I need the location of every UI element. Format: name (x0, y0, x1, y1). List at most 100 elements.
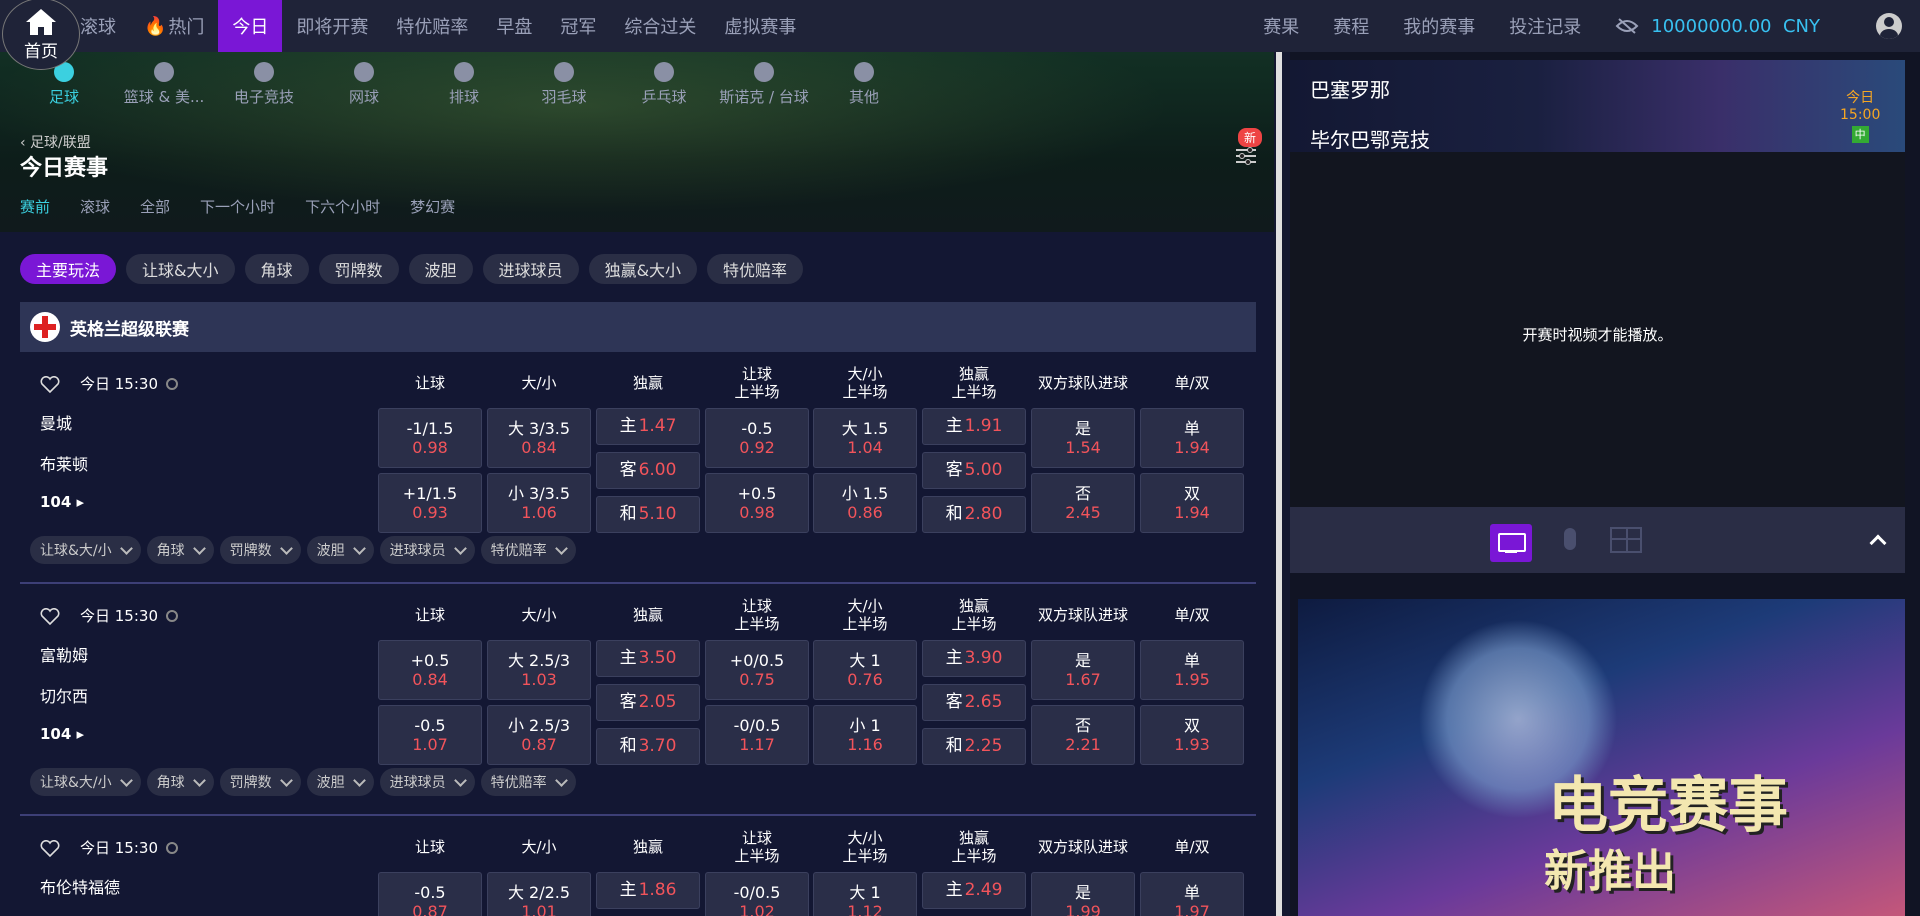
odds-cell-handicap[interactable]: -1/1.5 0.98 (378, 408, 482, 468)
odds-cell-odd-even[interactable]: 双 1.94 (1140, 473, 1244, 533)
sub-market-dropdown[interactable]: 波胆 (306, 536, 374, 564)
more-markets-count[interactable]: 104 ▸ (40, 493, 84, 511)
nav-parlay[interactable]: 综合过关 (610, 0, 710, 52)
odds-cell-over-under[interactable]: 大 2.5/3 1.03 (487, 640, 591, 700)
nav-upcoming[interactable]: 即将开赛 (282, 0, 382, 52)
favorite-heart-icon[interactable] (40, 608, 60, 626)
chevron-up-icon[interactable] (1869, 534, 1887, 552)
odds-cell-1x2[interactable]: 客 2.05 (596, 684, 700, 721)
odds-cell-handicap[interactable]: +1/1.5 0.93 (378, 473, 482, 533)
sub-market-dropdown[interactable]: 角球 (146, 536, 214, 564)
odds-cell-both-teams-score[interactable]: 是 1.54 (1031, 408, 1135, 468)
monitor-icon[interactable] (1490, 524, 1532, 562)
odds-cell-1x2[interactable]: 和 5.10 (596, 496, 700, 533)
sport-soccer[interactable]: 足球 (14, 62, 114, 107)
odds-cell-handicap[interactable]: -0.5 0.87 (378, 872, 482, 916)
home-button[interactable]: 首页 (2, 0, 80, 70)
odds-cell-both-teams-score[interactable]: 是 1.99 (1031, 872, 1135, 916)
odds-cell-1x2-1h[interactable]: 主 1.91 (922, 408, 1026, 445)
sport-volleyball[interactable]: 排球 (414, 62, 514, 107)
odds-cell-both-teams-score[interactable]: 是 1.67 (1031, 640, 1135, 700)
odds-cell-1x2-1h[interactable]: 主 3.90 (922, 640, 1026, 677)
tab-all[interactable]: 全部 (140, 196, 170, 217)
favorite-heart-icon[interactable] (40, 376, 60, 394)
sub-market-dropdown[interactable]: 进球球员 (379, 768, 475, 796)
nav-today[interactable]: 今日 (218, 0, 283, 52)
sport-esports[interactable]: 电子竞技 (214, 62, 314, 107)
scoreboard-icon[interactable] (1610, 527, 1642, 553)
odds-cell-1x2[interactable]: 主 1.86 (596, 872, 700, 909)
odds-cell-over-under-1h[interactable]: 小 1.5 0.86 (813, 473, 917, 533)
odds-cell-over-under-1h[interactable]: 大 1 1.12 (813, 872, 917, 916)
sub-market-dropdown[interactable]: 让球&大/小 (30, 536, 141, 564)
sport-badminton[interactable]: 羽毛球 (514, 62, 614, 107)
odds-cell-1x2[interactable]: 和 3.70 (596, 728, 700, 765)
nav-schedule[interactable]: 赛程 (1333, 13, 1369, 39)
eye-off-icon[interactable] (1615, 18, 1639, 34)
tab-fantasy[interactable]: 梦幻赛 (410, 196, 455, 217)
stats-icon[interactable] (166, 378, 178, 390)
odds-cell-handicap[interactable]: -0.5 1.07 (378, 705, 482, 765)
nav-hot[interactable]: 🔥 热门 (130, 0, 218, 52)
sport-tennis[interactable]: 网球 (314, 62, 414, 107)
odds-cell-over-under-1h[interactable]: 大 1 0.76 (813, 640, 917, 700)
sport-other[interactable]: 其他 (814, 62, 914, 107)
tab-prematch[interactable]: 赛前 (20, 196, 50, 217)
nav-results[interactable]: 赛果 (1263, 13, 1299, 39)
more-markets-count[interactable]: 104 ▸ (40, 725, 84, 743)
breadcrumb[interactable]: ‹ 足球/联盟 (20, 132, 91, 152)
odds-cell-1x2-1h[interactable]: 和 2.80 (922, 496, 1026, 533)
odds-cell-handicap[interactable]: +0.5 0.84 (378, 640, 482, 700)
odds-cell-handicap-1h[interactable]: -0/0.5 1.17 (705, 705, 809, 765)
nav-early[interactable]: 早盘 (482, 0, 546, 52)
stats-icon[interactable] (166, 610, 178, 622)
odds-cell-over-under[interactable]: 大 3/3.5 0.84 (487, 408, 591, 468)
sport-snooker[interactable]: 斯诺克 / 台球 (714, 62, 814, 107)
sub-market-dropdown[interactable]: 进球球员 (379, 536, 475, 564)
odds-cell-1x2[interactable]: 客 6.00 (596, 452, 700, 489)
odds-cell-1x2-1h[interactable]: 和 2.25 (922, 728, 1026, 765)
tab-next-six-hours[interactable]: 下六个小时 (305, 196, 380, 217)
odds-cell-handicap-1h[interactable]: -0.5 0.92 (705, 408, 809, 468)
nav-outright[interactable]: 冠军 (546, 0, 610, 52)
promo-banner[interactable]: 电竞赛事 新推出 (1298, 599, 1905, 916)
sub-market-dropdown[interactable]: 特优赔率 (480, 536, 576, 564)
odds-cell-over-under[interactable]: 小 2.5/3 0.87 (487, 705, 591, 765)
video-player[interactable]: 开赛时视频才能播放。 (1290, 152, 1905, 507)
odds-cell-over-under[interactable]: 小 3/3.5 1.06 (487, 473, 591, 533)
odds-cell-1x2[interactable]: 主 3.50 (596, 640, 700, 677)
stats-icon[interactable] (166, 842, 178, 854)
tab-live[interactable]: 滚球 (80, 196, 110, 217)
user-avatar-icon[interactable] (1876, 13, 1902, 39)
odds-cell-both-teams-score[interactable]: 否 2.45 (1031, 473, 1135, 533)
sport-basketball[interactable]: 篮球 & 美... (114, 62, 214, 107)
odds-cell-1x2[interactable]: 主 1.47 (596, 408, 700, 445)
nav-virtual[interactable]: 虚拟赛事 (710, 0, 810, 52)
odds-cell-over-under-1h[interactable]: 大 1.5 1.04 (813, 408, 917, 468)
odds-cell-handicap-1h[interactable]: +0.5 0.98 (705, 473, 809, 533)
nav-bet-history[interactable]: 投注记录 (1509, 13, 1581, 39)
sub-market-dropdown[interactable]: 罚牌数 (219, 536, 301, 564)
sub-market-dropdown[interactable]: 罚牌数 (219, 768, 301, 796)
odds-cell-handicap-1h[interactable]: +0/0.5 0.75 (705, 640, 809, 700)
scrollbar[interactable] (1276, 52, 1282, 916)
odds-cell-odd-even[interactable]: 单 1.95 (1140, 640, 1244, 700)
sub-market-dropdown[interactable]: 让球&大/小 (30, 768, 141, 796)
sport-table-tennis[interactable]: 乒乓球 (614, 62, 714, 107)
odds-cell-odd-even[interactable]: 单 1.94 (1140, 408, 1244, 468)
sub-market-dropdown[interactable]: 角球 (146, 768, 214, 796)
odds-cell-over-under-1h[interactable]: 小 1 1.16 (813, 705, 917, 765)
sub-market-dropdown[interactable]: 波胆 (306, 768, 374, 796)
nav-my-events[interactable]: 我的赛事 (1403, 13, 1475, 39)
odds-cell-odd-even[interactable]: 双 1.93 (1140, 705, 1244, 765)
microphone-icon[interactable] (1564, 528, 1576, 550)
odds-cell-1x2-1h[interactable]: 客 5.00 (922, 452, 1026, 489)
odds-cell-1x2-1h[interactable]: 客 2.65 (922, 684, 1026, 721)
tab-next-hour[interactable]: 下一个小时 (200, 196, 275, 217)
odds-cell-over-under[interactable]: 大 2/2.5 1.01 (487, 872, 591, 916)
odds-cell-1x2-1h[interactable]: 主 2.49 (922, 872, 1026, 909)
sub-market-dropdown[interactable]: 特优赔率 (480, 768, 576, 796)
odds-cell-odd-even[interactable]: 单 1.97 (1140, 872, 1244, 916)
favorite-heart-icon[interactable] (40, 840, 60, 858)
odds-cell-handicap-1h[interactable]: -0/0.5 1.02 (705, 872, 809, 916)
